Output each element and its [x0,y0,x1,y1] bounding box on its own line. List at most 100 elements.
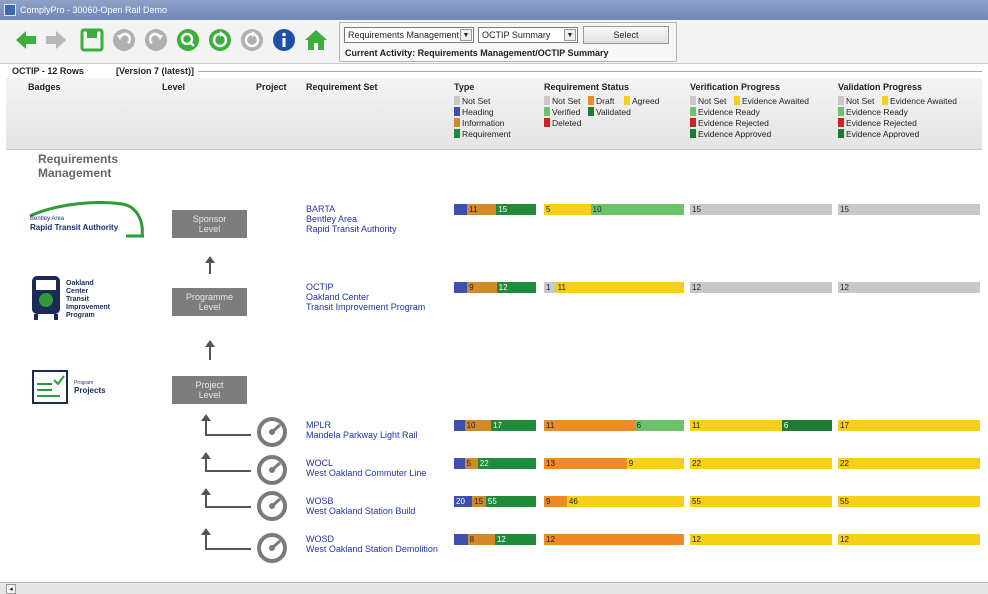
progress-segment: 46 [566,496,684,507]
type-progress-bar[interactable]: 10 17 [454,420,536,431]
legend-swatch [838,129,844,138]
progress-segment: 22 [690,458,832,469]
redo-icon[interactable] [144,28,168,52]
status-progress-bar[interactable]: 1 11 [544,282,684,293]
type-progress-bar[interactable]: 8 12 [454,534,536,545]
octip-word: Center [66,288,89,295]
verification-progress-bar[interactable]: 12 [690,534,832,545]
progress-segment: 11 [690,420,782,431]
scroll-left-icon[interactable]: ◂ [6,584,16,594]
gauge-icon[interactable] [256,490,288,524]
verification-progress-bar[interactable]: 22 [690,458,832,469]
forward-arrow-icon[interactable] [44,28,68,52]
status-progress-bar[interactable]: 9 46 [544,496,684,507]
progress-segment: 17 [491,420,536,431]
validation-progress-bar[interactable]: 12 [838,282,980,293]
activity-selector-panel: Requirements Management ▼ OCTIP Summary … [339,22,677,62]
undo-icon[interactable] [112,28,136,52]
requirement-set-line: Mandela Parkway Light Rail [306,430,418,440]
legend-label: Evidence Ready [698,107,760,117]
validation-progress-bar[interactable]: 22 [838,458,980,469]
legend-label: Information [462,118,505,128]
checklist-icon [32,370,68,404]
type-progress-bar[interactable]: 5 22 [454,458,536,469]
horizontal-scrollbar[interactable]: ◂ [0,582,988,594]
sync-icon[interactable] [240,28,264,52]
programme-level-box[interactable]: Programme Level [172,288,247,316]
requirement-set-line: Rapid Transit Authority [306,224,397,234]
version-label: [Version 7 (latest)] [116,66,195,76]
requirement-set-link[interactable]: BARTA Bentley Area Rapid Transit Authori… [306,204,397,234]
validation-progress-bar[interactable]: 15 [838,204,980,215]
requirement-set-link[interactable]: MPLR Mandela Parkway Light Rail [306,420,418,440]
gauge-icon[interactable] [256,454,288,488]
requirement-set-link[interactable]: WOSB West Oakland Station Build [306,496,415,516]
legend-label: Not Set [552,96,581,106]
back-arrow-icon[interactable] [14,28,38,52]
validation-progress-bar[interactable]: 17 [838,420,980,431]
chevron-down-icon[interactable]: ▼ [460,29,472,41]
info-icon[interactable] [272,28,296,52]
column-header-requirement-set[interactable]: Requirement Set [306,82,378,92]
sponsor-level-box[interactable]: Sponsor Level [172,210,247,238]
status-progress-bar[interactable]: 11 6 [544,420,684,431]
type-progress-bar[interactable]: 9 12 [454,282,536,293]
legend-label: Evidence Awaited [890,96,957,106]
search-icon[interactable] [176,28,200,52]
progress-segment [454,458,465,469]
legend-item: Not Set [690,96,726,107]
column-header-badges[interactable]: Badges [28,82,61,92]
refresh-icon[interactable] [208,28,232,52]
window-titlebar: ComplyPro - 30060-Open Rail Demo [0,0,988,20]
octip-word: Oakland [66,280,94,287]
column-header-type[interactable]: Type [454,82,474,92]
legend-item: Not Set [454,96,490,107]
progress-segment: 12 [496,282,536,293]
column-header-project[interactable]: Project [256,82,287,92]
status-progress-bar[interactable]: 13 9 [544,458,684,469]
verification-progress-bar[interactable]: 15 [690,204,832,215]
column-header-requirement-status[interactable]: Requirement Status [544,82,629,92]
validation-progress-bar[interactable]: 12 [838,534,980,545]
column-header-verification-progress[interactable]: Verification Progress [690,82,780,92]
gauge-icon[interactable] [256,416,288,450]
validation-progress-bar[interactable]: 55 [838,496,980,507]
requirement-set-link[interactable]: WOCL West Oakland Commuter Line [306,458,426,478]
gauge-icon[interactable] [256,532,288,566]
requirement-set-link[interactable]: WOSD West Oakland Station Demolition [306,534,438,554]
save-icon[interactable] [80,28,104,52]
divider [198,71,982,72]
barta-badge-line1: Bentley Area [30,216,65,222]
legend-label: Evidence Rejected [846,118,917,128]
legend-label: Agreed [632,96,660,106]
select-button[interactable]: Select [583,26,669,44]
chevron-down-icon[interactable]: ▼ [564,29,576,41]
verification-progress-bar[interactable]: 55 [690,496,832,507]
column-header-level[interactable]: Level [162,82,185,92]
status-progress-bar[interactable]: 12 [544,534,684,545]
verification-progress-bar[interactable]: 12 [690,282,832,293]
view-dropdown[interactable]: OCTIP Summary ▼ [478,27,578,43]
home-icon[interactable] [304,28,328,52]
module-dropdown[interactable]: Requirements Management ▼ [344,27,474,43]
progress-segment: 55 [485,496,536,507]
projects-badge-big: Projects [74,386,106,395]
progress-segment: 10 [590,204,684,215]
project-level-box[interactable]: Project Level [172,376,247,404]
legend-item: Requirement [454,129,511,140]
train-tree-icon [32,276,60,320]
legend-swatch [588,107,594,116]
legend-item: Draft [588,96,614,107]
verification-progress-bar[interactable]: 11 6 [690,420,832,431]
type-progress-bar[interactable]: 11 15 [454,204,536,215]
type-progress-bar[interactable]: 20 15 55 [454,496,536,507]
progress-segment: 11 [544,420,635,431]
requirement-set-link[interactable]: OCTIP Oakland Center Transit Improvement… [306,282,425,312]
requirement-set-line: WOSD [306,534,334,544]
status-progress-bar[interactable]: 5 10 [544,204,684,215]
legend-label: Evidence Approved [698,129,772,139]
legend-item: Evidence Approved [838,129,919,140]
progress-segment: 15 [472,496,486,507]
column-header-validation-progress[interactable]: Validation Progress [838,82,922,92]
legend-swatch [690,118,696,127]
